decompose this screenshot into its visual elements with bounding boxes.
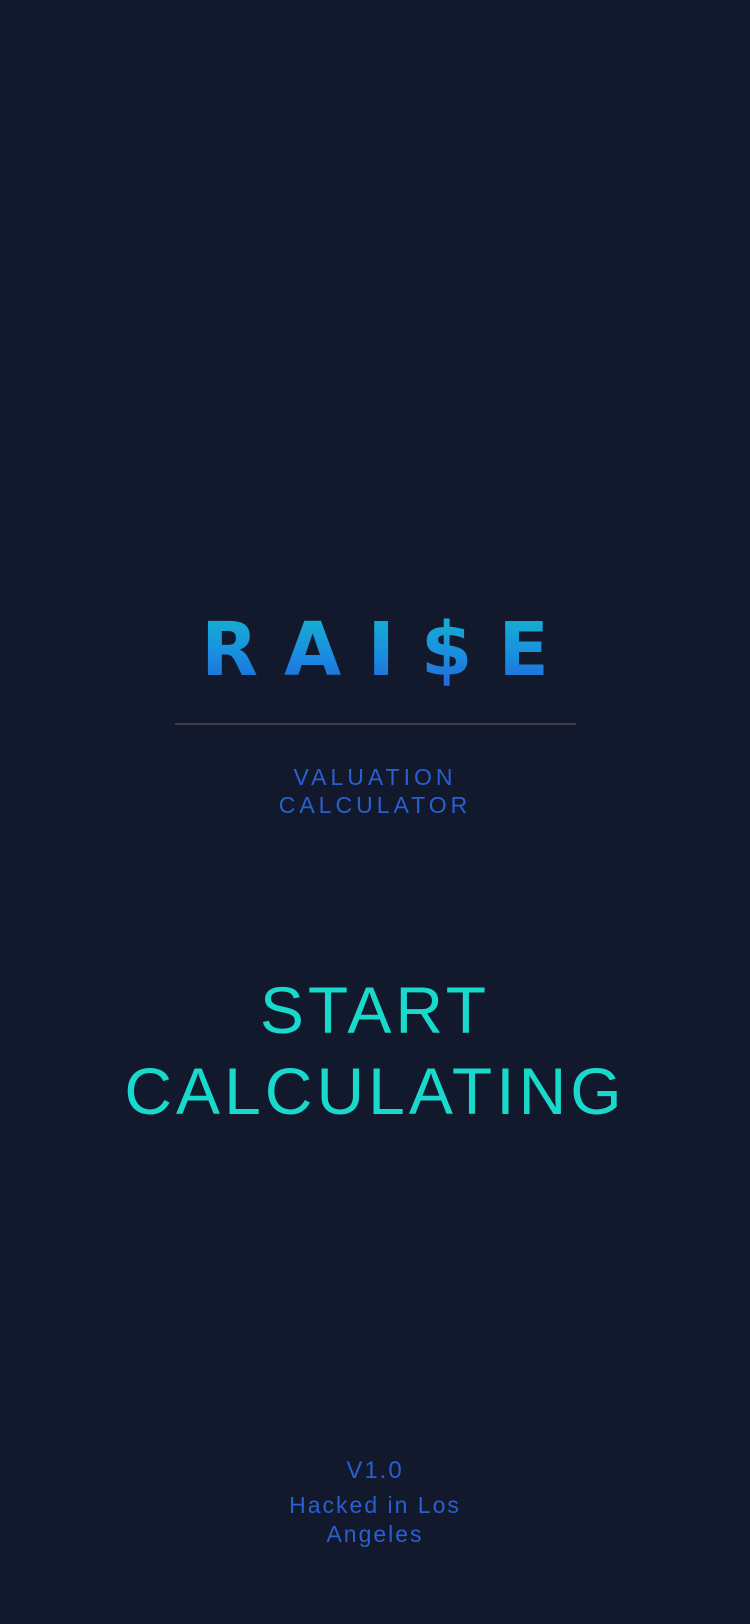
subtitle-line-1: VALUATION xyxy=(293,764,457,790)
app-subtitle: VALUATION CALCULATOR xyxy=(0,763,750,819)
cta-line-1: START xyxy=(259,973,491,1047)
splash-screen: RAI$E VALUATION CALCULATOR START CALCULA… xyxy=(0,0,750,1624)
divider xyxy=(175,723,576,725)
credit-line-2: Angeles xyxy=(326,1521,424,1547)
cta-line-2: CALCULATING xyxy=(124,1054,626,1128)
footer: V1.0 Hacked in Los Angeles xyxy=(0,1455,750,1549)
credit-text: Hacked in Los Angeles xyxy=(0,1491,750,1549)
start-calculating-button[interactable]: START CALCULATING xyxy=(100,970,650,1132)
credit-line-1: Hacked in Los xyxy=(289,1492,461,1518)
version-label: V1.0 xyxy=(346,1457,404,1484)
subtitle-line-2: CALCULATOR xyxy=(278,792,472,818)
app-logo: RAI$E xyxy=(0,607,750,693)
